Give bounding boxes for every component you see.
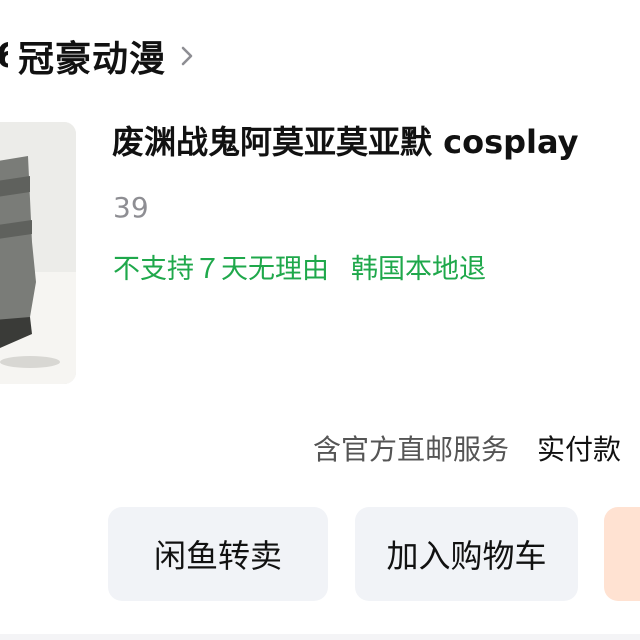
divider [0,634,640,640]
product-tags: 不支持７天无理由 韩国本地退 [113,250,486,290]
resell-button[interactable]: 闲鱼转卖 [108,507,328,601]
service-text: 含官方直邮服务 [313,433,510,466]
chevron-right-icon[interactable] [180,45,194,67]
order-meta: 含官方直邮服务 实付款 [313,428,640,472]
product-size: 39 [113,191,149,224]
add-to-cart-button[interactable]: 加入购物车 [355,507,578,601]
realpay-text: 实付款 [537,433,622,466]
boot-icon [0,122,76,384]
buy-again-button[interactable] [604,507,640,601]
product-image[interactable] [0,122,76,384]
shop-header[interactable]: 6 冠豪动漫 [0,28,194,84]
shop-name[interactable]: 冠豪动漫 [18,30,166,82]
product-title[interactable]: 废渊战鬼阿莫亚莫亚默 cosplay [112,118,640,166]
tag-korea-return: 韩国本地退 [351,254,486,285]
tag-no-return: 不支持７天无理由 [113,254,329,285]
shop-badge: 6 [0,36,8,76]
